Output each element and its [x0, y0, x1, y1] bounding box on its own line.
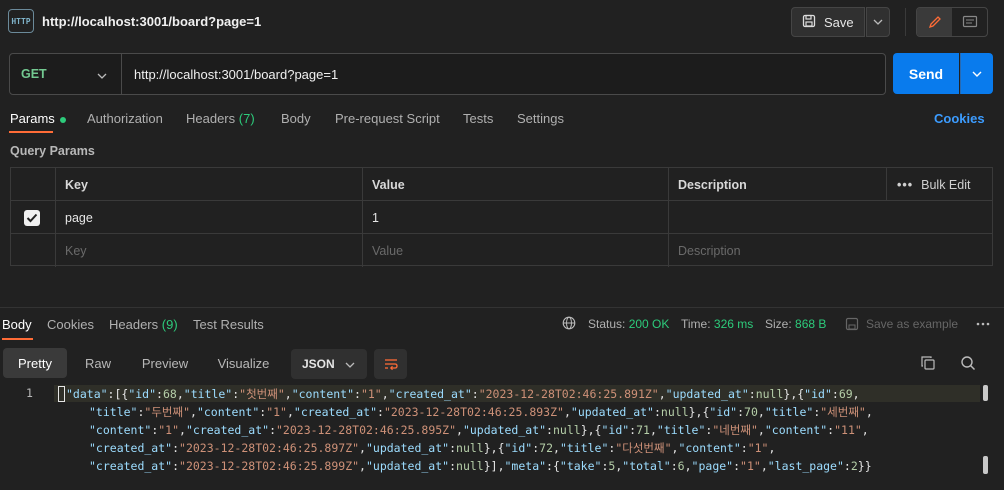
- table-row: page 1: [11, 201, 992, 234]
- response-tab-test-results[interactable]: Test Results: [193, 317, 264, 332]
- view-visualize[interactable]: Visualize: [201, 348, 286, 378]
- method-label: GET: [21, 67, 47, 81]
- checkmark-icon: [26, 213, 38, 222]
- code-line: "created_at":"2023-12-28T02:46:25.899Z",…: [89, 459, 872, 473]
- tab-body[interactable]: Body: [281, 111, 311, 126]
- save-example-label: Save as example: [866, 317, 959, 331]
- param-enabled-checkbox[interactable]: [24, 209, 40, 226]
- tab-headers-label: Headers: [186, 111, 236, 126]
- status-value: 200 OK: [628, 317, 670, 331]
- table-row-empty: Key Value Description: [11, 234, 992, 267]
- editor-mode-toggle: [916, 7, 988, 37]
- http-request-icon: HTTP: [8, 9, 34, 33]
- query-params-title: Query Params: [10, 144, 95, 158]
- toolbar-divider: [905, 8, 906, 36]
- response-tab-body[interactable]: Body: [2, 317, 32, 332]
- table-header-row: Key Value Description ••• Bulk Edit: [11, 168, 992, 201]
- chevron-down-icon: [97, 67, 107, 82]
- bulk-edit-label: Bulk Edit: [921, 177, 971, 192]
- status-label: Status:: [588, 317, 626, 331]
- method-select[interactable]: GET: [10, 54, 122, 94]
- tab-tests[interactable]: Tests: [463, 111, 493, 126]
- save-options-chevron-down-icon[interactable]: [866, 7, 890, 37]
- save-as-example-button[interactable]: Save as example: [845, 317, 958, 334]
- column-header-key: Key: [55, 168, 362, 201]
- edit-pencil-icon[interactable]: [917, 8, 952, 36]
- scrollbar-marker: [983, 385, 988, 401]
- headers-count: (7): [238, 111, 255, 126]
- save-icon: [802, 14, 816, 31]
- save-example-icon: [845, 317, 859, 334]
- param-value-input[interactable]: 1: [362, 201, 668, 234]
- code-line: "data":[{"id":68,"title":"첫번째","content"…: [66, 387, 860, 401]
- new-key-input[interactable]: Key: [55, 234, 362, 267]
- tab-params[interactable]: Params: [10, 111, 66, 126]
- tab-settings[interactable]: Settings: [517, 111, 564, 126]
- code-line: "title":"두번째","content":"1","created_at"…: [89, 405, 873, 419]
- wrap-lines-icon: [384, 359, 398, 371]
- globe-icon[interactable]: [562, 316, 576, 333]
- query-params-table: Key Value Description ••• Bulk Edit page…: [10, 167, 993, 267]
- chevron-down-icon: [345, 357, 355, 371]
- format-select[interactable]: JSON: [291, 349, 367, 379]
- code-line: "content":"1","created_at":"2023-12-28T0…: [89, 423, 869, 437]
- time-label: Time:: [681, 317, 711, 331]
- url-bar: GET http://localhost:3001/board?page=1: [9, 53, 886, 95]
- more-dots-icon: •••: [897, 177, 914, 192]
- view-raw[interactable]: Raw: [67, 348, 129, 378]
- more-options-icon[interactable]: [976, 318, 990, 333]
- send-button[interactable]: Send: [893, 53, 959, 94]
- documentation-comment-icon[interactable]: [952, 8, 987, 36]
- column-header-description: Description: [668, 168, 886, 201]
- response-active-tab-underline: [2, 338, 33, 340]
- tab-headers[interactable]: Headers (7): [186, 111, 255, 126]
- active-tab-underline: [9, 131, 53, 133]
- time-value: 326 ms: [713, 317, 754, 331]
- response-body-code[interactable]: "data":[{"id":68,"title":"첫번째","content"…: [0, 383, 1004, 490]
- params-active-dot-icon: [59, 116, 66, 123]
- column-header-value: Value: [362, 168, 668, 201]
- response-view-switcher: Pretty Raw Preview Visualize: [3, 348, 286, 378]
- cookies-link[interactable]: Cookies: [934, 111, 985, 126]
- size-value: 868 B: [795, 317, 827, 331]
- view-pretty[interactable]: Pretty: [3, 348, 67, 378]
- response-tab-cookies[interactable]: Cookies: [47, 317, 94, 332]
- response-tab-headers[interactable]: Headers (9): [109, 317, 178, 332]
- size-info[interactable]: Size: 868 B: [765, 317, 826, 331]
- save-button[interactable]: Save: [791, 7, 865, 37]
- code-line: "created_at":"2023-12-28T02:46:25.897Z",…: [89, 441, 776, 455]
- response-headers-count: (9): [161, 317, 178, 332]
- bulk-edit-button[interactable]: ••• Bulk Edit: [886, 168, 992, 201]
- url-input[interactable]: http://localhost:3001/board?page=1: [122, 67, 338, 82]
- save-label: Save: [824, 14, 854, 30]
- time-info[interactable]: Time: 326 ms: [681, 317, 753, 331]
- status-info[interactable]: Status: 200 OK: [588, 317, 669, 331]
- tab-params-label: Params: [10, 111, 55, 126]
- send-options-chevron-down-icon[interactable]: [960, 53, 993, 94]
- format-label: JSON: [302, 357, 335, 371]
- vertical-scrollbar[interactable]: [983, 456, 988, 474]
- wrap-lines-button[interactable]: [374, 349, 407, 379]
- tab-authorization[interactable]: Authorization: [87, 111, 163, 126]
- response-headers-label: Headers: [109, 317, 159, 332]
- size-label: Size:: [765, 317, 792, 331]
- param-enabled-cell: [11, 201, 55, 234]
- copy-icon[interactable]: [920, 355, 936, 374]
- new-value-input[interactable]: Value: [362, 234, 668, 267]
- tab-prerequest-script[interactable]: Pre-request Script: [335, 111, 440, 126]
- param-description-input[interactable]: [668, 201, 992, 234]
- param-key-input[interactable]: page: [55, 201, 362, 234]
- new-description-input[interactable]: Description: [668, 234, 992, 267]
- request-title[interactable]: http://localhost:3001/board?page=1: [42, 14, 261, 29]
- response-divider: [0, 307, 1004, 308]
- view-preview[interactable]: Preview: [129, 348, 201, 378]
- search-icon[interactable]: [960, 355, 976, 374]
